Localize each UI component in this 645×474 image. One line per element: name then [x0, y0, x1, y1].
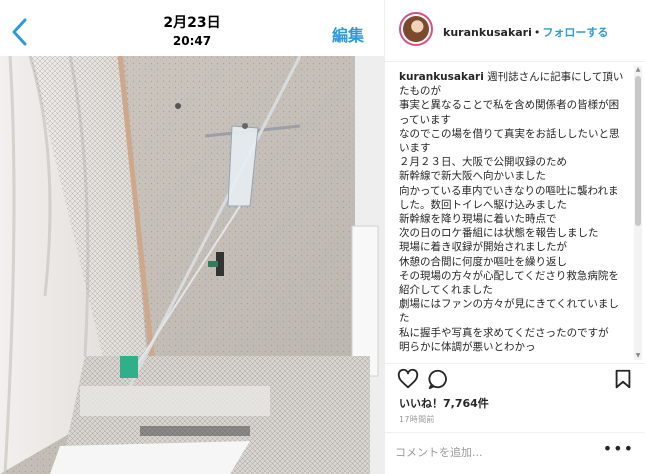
- like-button[interactable]: [397, 368, 419, 390]
- photo-pane: 2月23日 20:47 編集: [0, 0, 384, 474]
- action-bar: [385, 364, 645, 394]
- comment-box: •••: [385, 432, 645, 474]
- comment-button[interactable]: [427, 368, 449, 390]
- scroll-down-arrow-icon[interactable]: ▼: [634, 352, 642, 360]
- caption-text: 週刊誌さんに記事にして頂いたものが 事実と異なることで私を含め関係者の皆様が困っ…: [399, 71, 624, 353]
- like-count[interactable]: いいね！7,764件: [399, 395, 489, 411]
- caption-scrollbar[interactable]: ▲ ▼: [634, 66, 642, 360]
- caption-username-link[interactable]: kurankusakari: [399, 71, 484, 83]
- scrollbar-thumb[interactable]: [635, 76, 641, 226]
- post-age: 17時間前: [399, 415, 435, 424]
- avatar-image: [403, 16, 429, 42]
- comment-input[interactable]: [395, 441, 595, 463]
- caption-area: kurankusakari 週刊誌さんに記事にして頂いたものが 事実と異なること…: [385, 62, 645, 364]
- more-options-button[interactable]: •••: [603, 439, 634, 458]
- caption: kurankusakari 週刊誌さんに記事にして頂いたものが 事実と異なること…: [399, 70, 627, 354]
- post-header-names: kurankusakari • フォローする: [443, 24, 608, 40]
- save-button[interactable]: [612, 368, 634, 390]
- header-username-link[interactable]: kurankusakari: [443, 26, 532, 39]
- hospital-ceiling-photo: [0, 56, 384, 474]
- photo-header: 2月23日 20:47 編集: [0, 0, 384, 56]
- separator-dot: •: [533, 26, 541, 39]
- post-date: 2月23日: [163, 15, 221, 31]
- heart-icon: [397, 368, 419, 389]
- comment-bubble-icon: [428, 369, 447, 390]
- follow-button[interactable]: フォローする: [542, 26, 608, 39]
- post-photo[interactable]: [0, 56, 384, 474]
- bookmark-icon: [615, 369, 631, 389]
- avatar[interactable]: [399, 12, 433, 46]
- scroll-up-arrow-icon[interactable]: ▲: [634, 66, 642, 74]
- post-time: 20:47: [172, 34, 212, 48]
- post-header: kurankusakari • フォローする: [385, 0, 645, 62]
- edit-button[interactable]: 編集: [332, 22, 364, 46]
- post-side-pane: kurankusakari • フォローする kurankusakari 週刊誌さん…: [384, 0, 645, 474]
